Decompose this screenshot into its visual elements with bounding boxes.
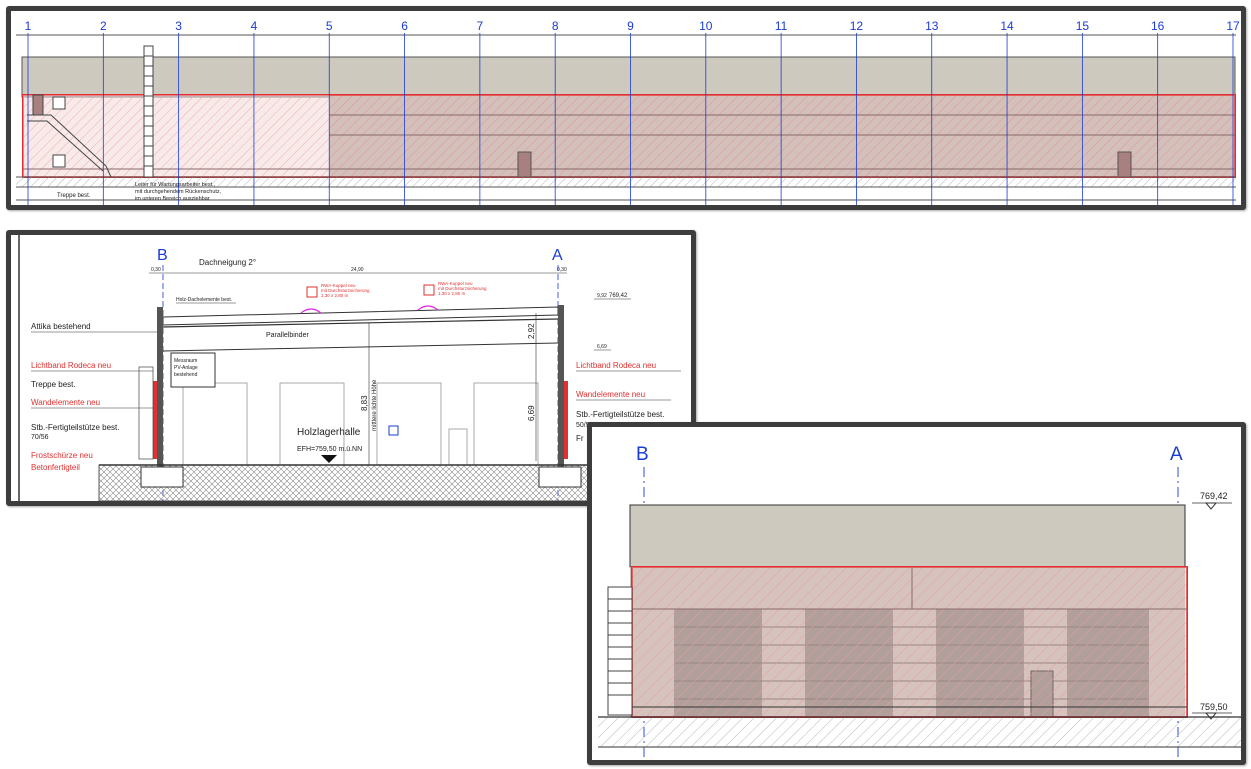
roof-pitch: Dachneigung 2°	[199, 258, 256, 267]
level-top: 769,42	[609, 293, 628, 299]
ladder-note-2: mit durchgehendem Rückenschutz,	[135, 189, 222, 195]
dim-669: 6,69	[527, 405, 536, 421]
end-axis-label-b: B	[636, 444, 649, 465]
stair-note: Treppe best.	[57, 193, 91, 199]
axis-number: 8	[552, 19, 559, 33]
beam-label: Parallelbinder	[266, 332, 309, 339]
ladder-note-3: im unteren Bereich ausziehbar	[135, 196, 210, 202]
label-lichtband-left: Lichtband Rodeca neu	[31, 361, 111, 370]
end-axis-label-a: A	[1170, 444, 1183, 465]
axis-label-b: B	[157, 247, 168, 264]
axis-number: 4	[251, 19, 258, 33]
label-frost-1: Frostschürze neu	[31, 451, 93, 460]
axis-number: 3	[175, 19, 182, 33]
axis-number: 9	[627, 19, 634, 33]
dim-left: 0,30	[151, 267, 161, 273]
axis-number: 10	[699, 19, 713, 33]
long-elevation-drawing: 1 2 3 4 5 6 7 8 9 10 11 12 13 14 15 16 17 Treppe best. L…	[16, 19, 1240, 205]
axis-number: 13	[925, 19, 939, 33]
label-frost-2: Betonfertigteil	[31, 463, 80, 472]
attic-band	[21, 56, 1236, 98]
roof-elements-label: Holz-Dachelemente best.	[176, 297, 232, 303]
axis-label-a: A	[552, 247, 563, 264]
label-stuetze-left: Stb.-Fertigteilstütze best.	[31, 423, 119, 432]
end-level-top: 769,42	[1200, 491, 1228, 501]
dim-span: 24,90	[351, 267, 364, 273]
axis-number: 2	[100, 19, 107, 33]
label-attika: Attika bestehend	[31, 322, 91, 331]
axis-number: 1	[25, 19, 32, 33]
axis-number: 12	[850, 19, 864, 33]
label-frost-right: Fr	[576, 434, 584, 443]
dim-right: 0,30	[557, 267, 567, 273]
end-level-bottom: 759,50	[1200, 702, 1228, 712]
label-wand-right: Wandelemente neu	[576, 390, 645, 399]
axis-number: 14	[1000, 19, 1014, 33]
axis-number: 11	[775, 19, 788, 33]
level-mid-rel: 6,69	[597, 344, 607, 350]
rwa-right-3: 1,30 x 2,80 m	[438, 291, 466, 296]
rwa-left-3: 1,30 x 2,80 m	[321, 293, 349, 298]
axis-number: 7	[477, 19, 484, 33]
ladder	[143, 45, 154, 178]
label-stuetze-right: Stb.-Fertigteilstütze best.	[576, 410, 664, 419]
room-name: Holzlagerhalle	[297, 427, 361, 438]
axis-number: 16	[1151, 19, 1165, 33]
ladder-note-1: Leiter für Wartungsarbeiter best.,	[135, 182, 216, 188]
dim-292: 2,92	[527, 323, 536, 339]
clear-height: mittlere lichte Höhe	[372, 379, 378, 431]
axis-number: 17	[1226, 19, 1240, 33]
level-top-rel: 9,92	[597, 293, 607, 299]
long-elevation-panel: 1 2 3 4 5 6 7 8 9 10 11 12 13 14 15 16 17 Treppe best. L…	[6, 6, 1246, 210]
axis-number: 5	[326, 19, 333, 33]
measure-room-1: Messraum	[174, 358, 197, 364]
floor-level: EFH=759,50 m.ü.NN	[297, 446, 362, 453]
label-lichtband-right: Lichtband Rodeca neu	[576, 361, 656, 370]
dim-883: 8,83	[360, 395, 369, 411]
label-wand-left: Wandelemente neu	[31, 398, 100, 407]
axis-number: 6	[401, 19, 408, 33]
end-elevation-panel: B A 769,42 759,50	[587, 422, 1246, 765]
measure-room-3: bestehend	[174, 372, 198, 378]
label-stuetze-left-dim: 70/56	[31, 434, 49, 441]
measure-room-2: PV-Anlage	[174, 365, 198, 371]
axis-number: 15	[1076, 19, 1090, 33]
label-treppe: Treppe best.	[31, 380, 76, 389]
end-elevation-drawing: B A 769,42 759,50	[598, 444, 1241, 760]
